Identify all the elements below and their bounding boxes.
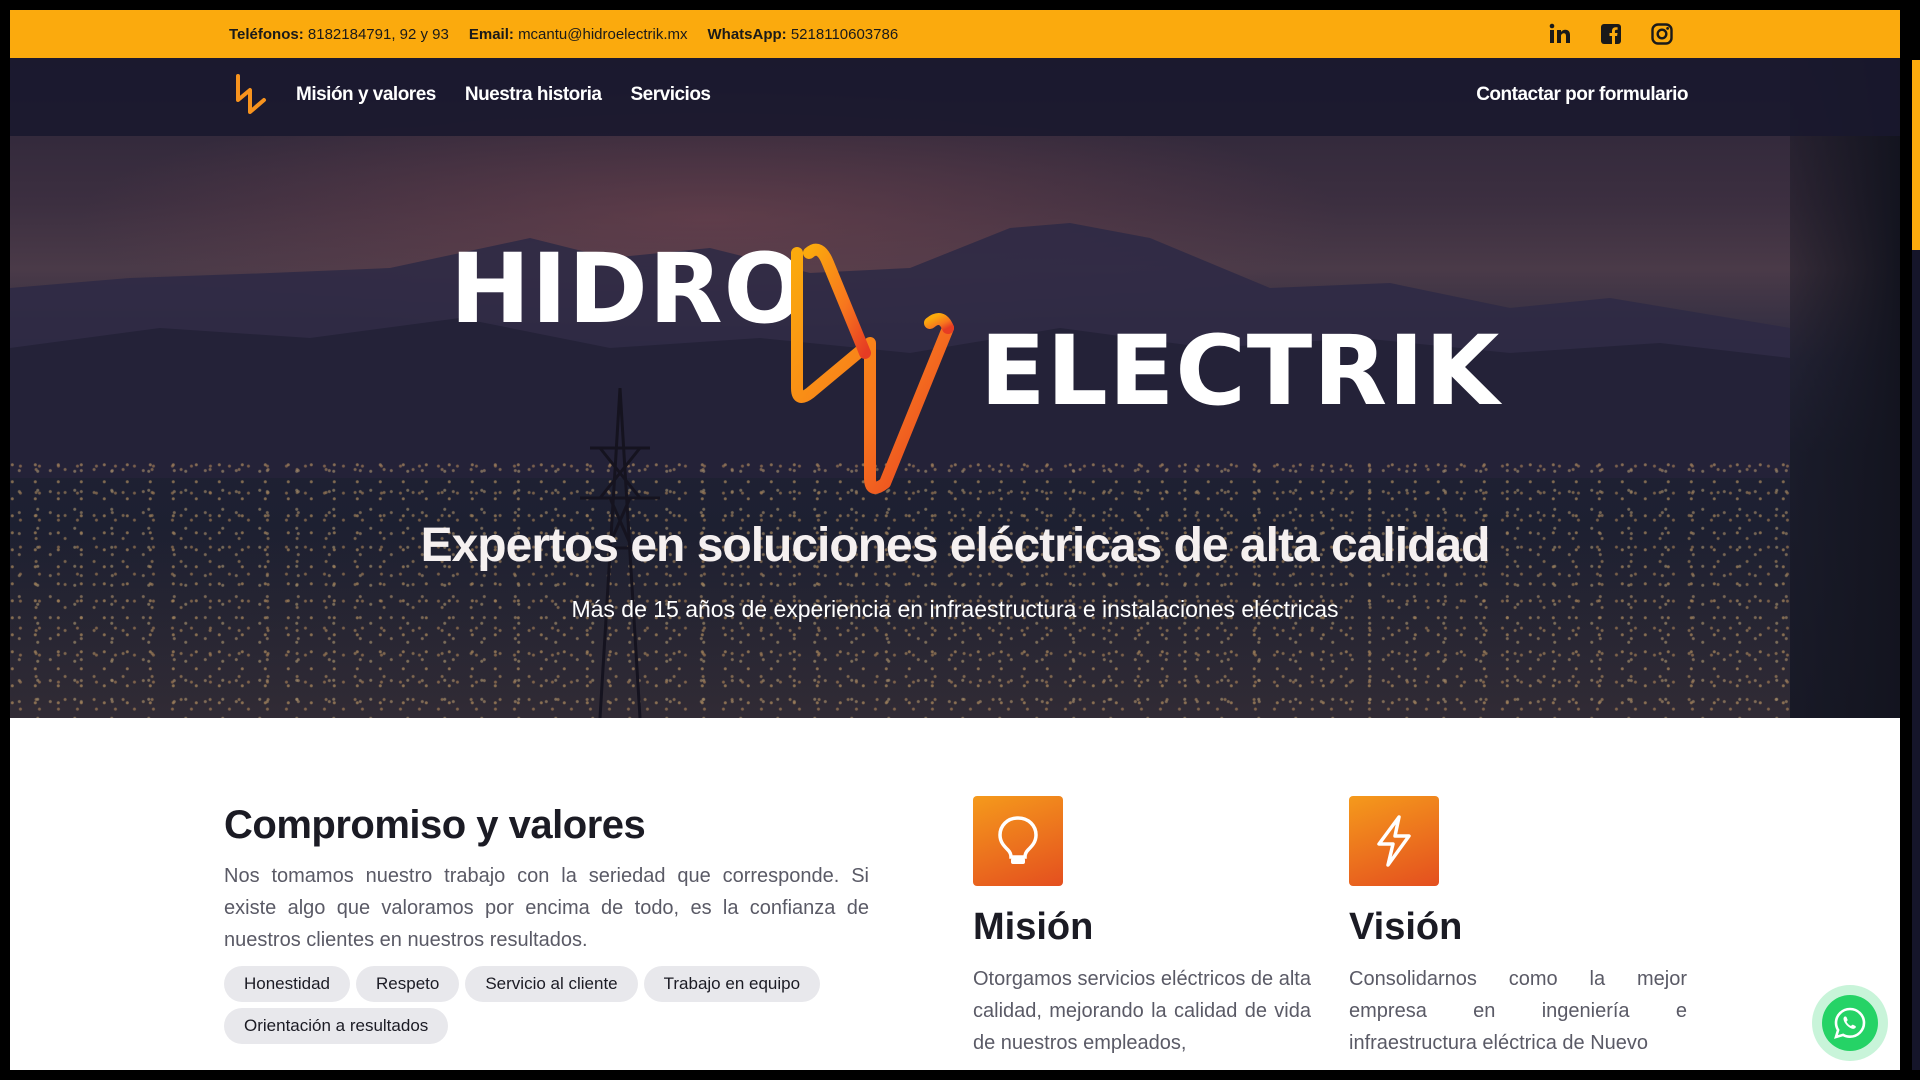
brand-word-hidro: HIDRO [450,233,807,345]
email[interactable]: Email: mcantu@hidroelectrik.mx [469,26,688,43]
whatsapp-button-inner[interactable] [1822,995,1878,1051]
scrollbar[interactable] [1912,250,1920,1070]
values-title: Compromiso y valores [224,803,646,847]
mision-text: Otorgamos servicios eléctricos de alta c… [973,968,1311,1054]
vision-icon-box [1349,796,1439,886]
mision-icon-box [973,796,1063,886]
linkedin-icon[interactable] [1548,22,1572,46]
brand-word-electrik: ELECTRIK [980,315,1501,427]
mision-card: Misión Otorgamos servicios eléctricos de… [973,796,1311,1059]
value-tags: Honestidad Respeto Servicio al cliente T… [224,966,869,1044]
nav-link-mision[interactable]: Misión y valores [296,84,436,106]
lightbulb-icon [998,816,1038,864]
contact-form-link[interactable]: Contactar por formulario [1476,84,1688,106]
phones[interactable]: Teléfonos: 8182184791, 92 y 93 [229,26,449,43]
contact-topbar: Teléfonos: 8182184791, 92 y 93 Email: mc… [10,10,1900,58]
hero-title: Expertos en soluciones eléctricas de alt… [420,519,1491,572]
hero-subtitle: Más de 15 años de experiencia en infraes… [571,596,1339,622]
nav-link-historia[interactable]: Nuestra historia [465,84,602,106]
tag-servicio: Servicio al cliente [465,966,638,1002]
tag-orientacion: Orientación a resultados [224,1008,449,1044]
facebook-icon[interactable] [1599,22,1623,46]
mision-title: Misión [973,906,1094,948]
hidroelectrik-logo[interactable] [233,72,269,118]
hero-section: Misión y valores Nuestra historia Servic… [10,58,1900,718]
lightning-icon [1377,815,1411,867]
values-section: Compromiso y valores Nos tomamos nuestro… [10,718,1900,1070]
vision-title: Visión [1349,906,1463,948]
brand-bolt-icon [791,243,954,494]
nav-link-servicios[interactable]: Servicios [631,84,712,106]
tag-respeto: Respeto [356,966,460,1002]
page-frame: Teléfonos: 8182184791, 92 y 93 Email: mc… [10,10,1900,1070]
instagram-icon[interactable] [1650,22,1674,46]
values-block: Compromiso y valores Nos tomamos nuestro… [224,803,869,1044]
whatsapp-floating-button[interactable] [1812,985,1888,1061]
vision-card: Visión Consolidarnos como la mejor empre… [1349,796,1687,1059]
social-links [1548,22,1674,46]
values-text: Nos tomamos nuestro trabajo con la serie… [224,865,869,951]
whatsapp-number[interactable]: WhatsApp: 5218110603786 [708,26,899,43]
main-nav: Misión y valores Nuestra historia Servic… [10,58,1900,136]
whatsapp-icon [1834,1007,1866,1039]
tag-honestidad: Honestidad [224,966,351,1002]
nav-links: Misión y valores Nuestra historia Servic… [296,84,711,106]
scrollbar-accent [1912,60,1920,250]
tag-trabajo-equipo: Trabajo en equipo [643,966,821,1002]
contact-info: Teléfonos: 8182184791, 92 y 93 Email: mc… [229,26,898,43]
vision-text: Consolidarnos como la mejor empresa en i… [1349,968,1687,1054]
